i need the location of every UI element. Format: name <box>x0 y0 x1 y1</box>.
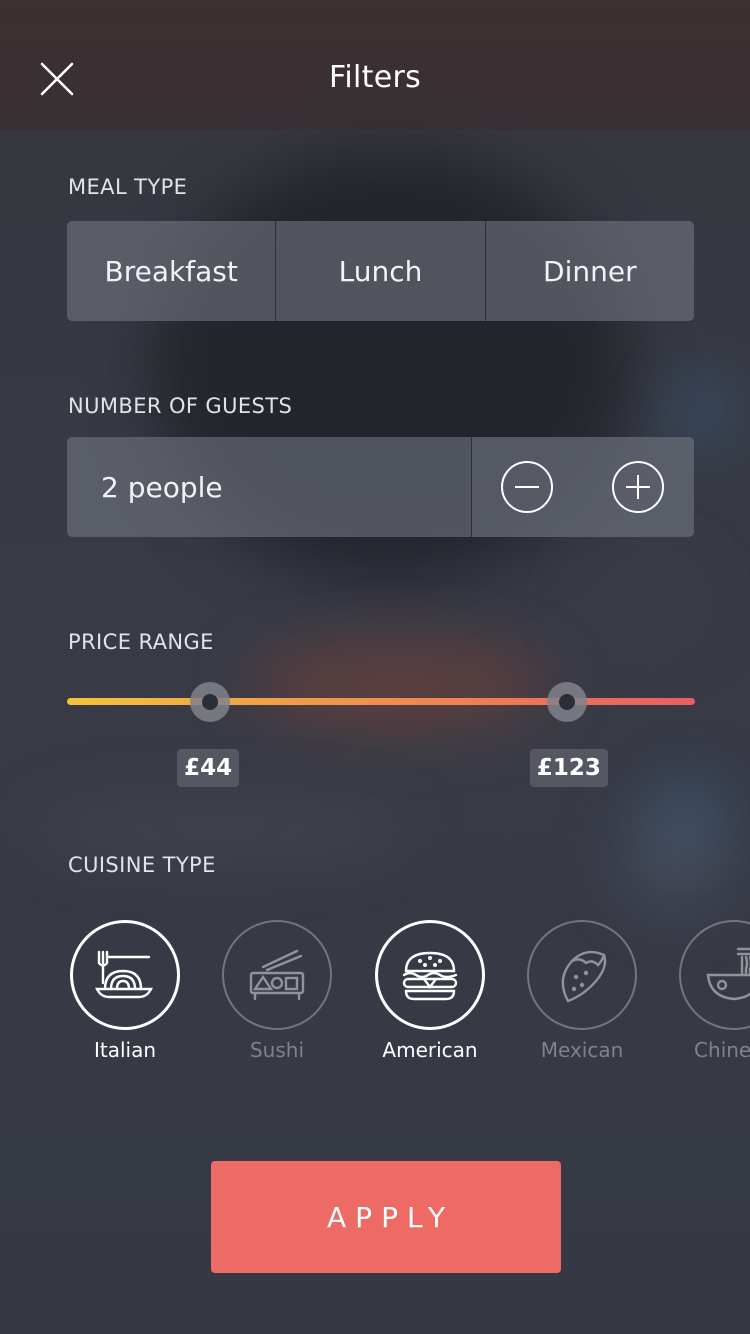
cuisine-sushi[interactable]: Sushi <box>219 918 335 1062</box>
price-range-label: PRICE RANGE <box>68 630 214 654</box>
cuisine-label: American <box>382 1038 478 1062</box>
page-title: Filters <box>328 60 422 95</box>
background-photo <box>0 0 750 1334</box>
decrement-button[interactable] <box>500 460 554 514</box>
max-price-handle[interactable] <box>546 682 587 722</box>
minus-circle-icon <box>501 461 553 513</box>
cuisine-label: Mexican <box>540 1038 624 1062</box>
meal-type-label: MEAL TYPE <box>68 175 188 199</box>
max-price-value: £123 <box>529 749 608 787</box>
guests-label: NUMBER OF GUESTS <box>68 394 293 418</box>
cuisine-label: Sushi <box>249 1038 305 1062</box>
sushi-icon <box>249 949 305 1001</box>
min-price-handle[interactable] <box>190 682 231 722</box>
cuisine-chinese[interactable]: Chinese <box>676 918 750 1062</box>
apply-button[interactable]: APPLY <box>211 1161 561 1273</box>
ramen-bowl-icon <box>706 947 750 1001</box>
burger-icon <box>402 951 458 1001</box>
meal-lunch-button[interactable]: Lunch <box>275 221 484 321</box>
meal-type-segmented-control: Breakfast Lunch Dinner <box>67 221 694 321</box>
guests-stepper: 2 people <box>67 437 694 537</box>
taco-icon <box>561 950 607 1003</box>
plus-circle-icon <box>612 461 664 513</box>
price-range-slider[interactable] <box>67 682 695 722</box>
increment-button[interactable] <box>611 460 665 514</box>
cuisine-carousel[interactable]: Italian Sushi American Mexican Chine <box>0 918 750 1078</box>
cuisine-mexican[interactable]: Mexican <box>524 918 640 1062</box>
min-price-value: £44 <box>177 749 240 787</box>
cuisine-american[interactable]: American <box>372 918 488 1062</box>
guests-value: 2 people <box>67 437 472 537</box>
stepper-controls <box>472 437 694 537</box>
cuisine-label: Italian <box>93 1038 157 1062</box>
cuisine-italian[interactable]: Italian <box>67 918 183 1062</box>
noodles-icon <box>95 950 153 999</box>
cuisine-type-label: CUISINE TYPE <box>68 853 216 877</box>
meal-dinner-button[interactable]: Dinner <box>484 221 694 321</box>
meal-breakfast-button[interactable]: Breakfast <box>67 221 275 321</box>
cuisine-label: Chinese <box>694 1038 750 1062</box>
slider-track[interactable] <box>67 698 695 705</box>
